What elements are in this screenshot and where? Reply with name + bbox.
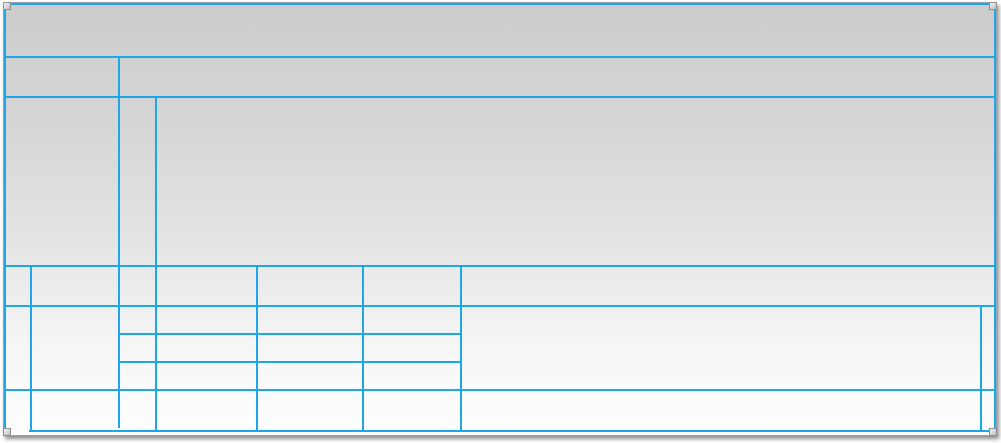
- resize-grip-top-left[interactable]: [3, 2, 11, 10]
- grid-line-v-col-5: [460, 265, 462, 432]
- title-bar: [4, 3, 996, 56]
- grid-line-v-col-3: [256, 265, 258, 432]
- grid-line-v-right-edge: [994, 3, 996, 435]
- grid-line-h-2: [4, 96, 996, 98]
- grid-line-v-col-4: [362, 265, 364, 432]
- grid-line-h-7: [4, 389, 996, 391]
- grid-line-v-left-edge: [4, 3, 6, 435]
- resize-grip-bottom-left[interactable]: [3, 428, 11, 436]
- grid-line-h-4: [4, 305, 996, 307]
- grid-line-h-6: [118, 361, 462, 363]
- grid-line-h-3: [4, 265, 996, 267]
- grid-line-v-right-inner: [980, 305, 982, 432]
- grid-line-v-first-col: [30, 265, 32, 432]
- grid-line-h-5: [118, 333, 462, 335]
- resize-grip-bottom-right[interactable]: [989, 428, 997, 436]
- grid-line-h-8: [29, 430, 996, 432]
- grid-line-v-indent: [155, 96, 157, 432]
- form-window: [3, 2, 997, 436]
- grid-line-h-top-edge: [4, 3, 996, 5]
- grid-line-h-1: [4, 56, 996, 58]
- grid-line-v-label-divider: [118, 56, 120, 428]
- resize-grip-top-right[interactable]: [989, 2, 997, 10]
